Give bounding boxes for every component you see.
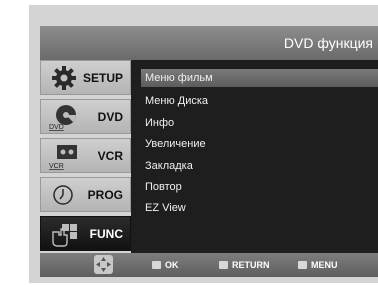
menu-item-ez-view[interactable]: EZ View <box>141 199 378 217</box>
sidebar-item-func[interactable]: FUNC <box>40 216 131 251</box>
menu-item-movie-menu[interactable]: Меню фильм <box>141 69 378 87</box>
menu-item-zoom[interactable]: Увеличение <box>141 135 378 153</box>
return-hint: RETURN <box>219 260 270 270</box>
dvd-icon-text: DVD <box>49 124 64 131</box>
menu-key-icon <box>298 261 307 269</box>
menu-item-repeat[interactable]: Повтор <box>141 178 378 196</box>
hand-pointer-icon <box>52 224 77 247</box>
menu-item-info[interactable]: Инфо <box>141 114 378 132</box>
sidebar: SETUP DVD DVD VCR VCR PROG FUNC <box>40 60 131 253</box>
page-title: DVD функция <box>283 35 373 51</box>
sidebar-item-setup[interactable]: SETUP <box>40 60 131 95</box>
sidebar-item-dvd[interactable]: DVD DVD <box>40 99 131 134</box>
bottom-hint-bar: OK RETURN MENU <box>40 253 378 277</box>
sidebar-item-label: SETUP <box>82 71 123 85</box>
sidebar-item-label: DVD <box>97 110 123 124</box>
ok-key-icon <box>152 261 161 269</box>
menu-hint: MENU <box>298 260 338 270</box>
sidebar-item-label: FUNC <box>89 227 123 241</box>
sidebar-item-label: VCR <box>97 149 123 163</box>
menu-item-bookmark[interactable]: Закладка <box>141 157 378 175</box>
sidebar-item-vcr[interactable]: VCR VCR <box>40 138 131 173</box>
sidebar-item-label: PROG <box>87 188 123 202</box>
return-label: RETURN <box>232 260 270 270</box>
sidebar-item-prog[interactable]: PROG <box>40 177 131 212</box>
vcr-tape-icon: VCR <box>49 145 77 170</box>
menu-label: MENU <box>311 260 338 270</box>
return-key-icon <box>219 261 228 269</box>
vcr-icon-text: VCR <box>49 163 64 170</box>
menu-panel: Меню фильм Меню Диска Инфо Увеличение За… <box>131 60 378 253</box>
menu-item-disc-menu[interactable]: Меню Диска <box>141 92 378 110</box>
title-bar: DVD функция <box>40 26 378 60</box>
gear-icon <box>52 66 76 90</box>
four-way-arrow-icon <box>94 255 113 274</box>
dvd-disc-icon: DVD <box>49 105 76 131</box>
ok-label: OK <box>165 260 179 270</box>
timer-clock-icon <box>53 185 73 205</box>
ok-hint: OK <box>152 260 179 270</box>
